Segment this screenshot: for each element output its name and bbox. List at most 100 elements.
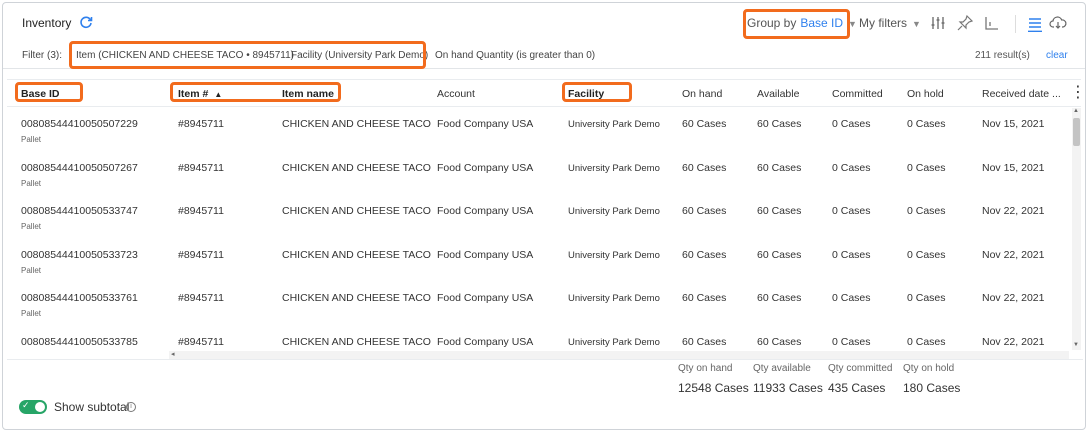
table-body: 00808544410050507229 Pallet #8945711 CHI…: [7, 108, 1069, 352]
cell-base-id: 00808544410050507229: [21, 118, 138, 130]
vertical-scrollbar[interactable]: ▲ ▼: [1072, 108, 1081, 350]
scroll-left-icon[interactable]: ◂: [171, 350, 175, 358]
clear-filters-link[interactable]: clear: [1046, 50, 1068, 61]
cell-facility: University Park Demo: [568, 119, 660, 130]
info-icon[interactable]: i: [126, 402, 136, 412]
cell-on-hold: 0 Cases: [907, 205, 946, 217]
cell-base-id: 00808544410050533723: [21, 249, 138, 261]
table-row[interactable]: 00808544410050533723 Pallet #8945711 CHI…: [7, 239, 1069, 283]
cell-base-id: 00808544410050533761: [21, 292, 138, 304]
table-row[interactable]: 00808544410050533761 Pallet #8945711 CHI…: [7, 282, 1069, 326]
cell-received-date: Nov 22, 2021: [982, 336, 1045, 348]
cell-available: 60 Cases: [757, 162, 802, 174]
cell-item-name: CHICKEN AND CHEESE TACO: [282, 162, 431, 174]
inventory-table: Base ID Item # ▲ Item name Account Facili…: [7, 79, 1085, 359]
cell-base-id: 00808544410050507267: [21, 162, 138, 174]
cell-item-no: #8945711: [178, 249, 224, 261]
cell-type: Pallet: [21, 222, 42, 231]
qty-on-hold-value: 180 Cases: [903, 381, 961, 395]
list-view-icon[interactable]: [1026, 14, 1044, 33]
col-base-id[interactable]: Base ID: [21, 88, 60, 100]
cell-facility: University Park Demo: [568, 250, 660, 261]
table-row[interactable]: 00808544410050507229 Pallet #8945711 CHI…: [7, 108, 1069, 152]
cell-available: 60 Cases: [757, 205, 802, 217]
my-filters-label: My filters: [859, 16, 907, 30]
filter-chip-facility[interactable]: Facility (University Park Demo): [291, 50, 428, 61]
show-subtotal-toggle[interactable]: ✓: [19, 400, 47, 414]
col-facility[interactable]: Facility: [568, 88, 604, 100]
qty-committed-value: 435 Cases: [828, 381, 886, 395]
horizontal-scrollbar[interactable]: ◂: [169, 351, 1069, 359]
cell-available: 60 Cases: [757, 118, 802, 130]
refresh-icon[interactable]: [79, 15, 93, 29]
qty-available-value: 11933 Cases: [753, 381, 823, 395]
filter-chip-item[interactable]: Item (CHICKEN AND CHEESE TACO • 8945711): [76, 50, 294, 61]
cell-available: 60 Cases: [757, 336, 802, 348]
pin-icon[interactable]: [956, 14, 974, 32]
column-settings-icon[interactable]: [929, 14, 947, 32]
cell-received-date: Nov 22, 2021: [982, 249, 1045, 261]
chevron-down-icon: ▼: [912, 19, 921, 29]
cell-on-hold: 0 Cases: [907, 336, 946, 348]
cell-item-no: #8945711: [178, 162, 224, 174]
cell-account: Food Company USA: [437, 118, 534, 130]
cell-type: Pallet: [21, 266, 42, 275]
cell-item-name: CHICKEN AND CHEESE TACO: [282, 249, 431, 261]
cell-item-name: CHICKEN AND CHEESE TACO: [282, 118, 431, 130]
cell-facility: University Park Demo: [568, 337, 660, 348]
col-received-date[interactable]: Received date ...: [982, 88, 1061, 100]
inventory-panel: Inventory Group by Base ID ▼ My filters ▼ F…: [2, 2, 1086, 430]
filter-count-label: Filter (3):: [22, 50, 62, 61]
my-filters-dropdown[interactable]: My filters ▼: [859, 16, 921, 30]
toolbar: Inventory Group by Base ID ▼ My filters ▼: [3, 3, 1085, 43]
check-icon: ✓: [22, 400, 30, 410]
cell-account: Food Company USA: [437, 205, 534, 217]
scroll-up-icon[interactable]: ▲: [1073, 108, 1079, 114]
cell-item-name: CHICKEN AND CHEESE TACO: [282, 336, 431, 348]
group-by-dropdown[interactable]: Group by Base ID ▼: [747, 16, 857, 30]
table-row[interactable]: 00808544410050533747 Pallet #8945711 CHI…: [7, 195, 1069, 239]
cell-item-no: #8945711: [178, 205, 224, 217]
col-item-no-label: Item #: [178, 88, 209, 100]
cell-received-date: Nov 15, 2021: [982, 162, 1045, 174]
qty-on-hand-value: 12548 Cases: [678, 381, 749, 395]
cell-committed: 0 Cases: [832, 118, 871, 130]
cell-on-hand: 60 Cases: [682, 336, 727, 348]
cell-type: Pallet: [21, 179, 42, 188]
cell-received-date: Nov 22, 2021: [982, 205, 1045, 217]
cell-on-hand: 60 Cases: [682, 118, 727, 130]
table-row[interactable]: 00808544410050533785 #8945711 CHICKEN AN…: [7, 326, 1069, 352]
cell-base-id: 00808544410050533747: [21, 205, 138, 217]
col-available[interactable]: Available: [757, 88, 799, 100]
cell-committed: 0 Cases: [832, 205, 871, 217]
cell-received-date: Nov 22, 2021: [982, 292, 1045, 304]
cell-item-no: #8945711: [178, 118, 224, 130]
cell-account: Food Company USA: [437, 292, 534, 304]
chart-icon[interactable]: [983, 14, 1001, 32]
col-item-name[interactable]: Item name: [282, 88, 334, 100]
cell-on-hold: 0 Cases: [907, 162, 946, 174]
cell-on-hand: 60 Cases: [682, 292, 727, 304]
cell-on-hand: 60 Cases: [682, 205, 727, 217]
cloud-download-icon[interactable]: [1049, 14, 1067, 32]
cell-received-date: Nov 15, 2021: [982, 118, 1045, 130]
col-on-hold[interactable]: On hold: [907, 88, 944, 100]
kebab-menu-icon[interactable]: ⋮: [1070, 85, 1085, 101]
col-item-no[interactable]: Item # ▲: [178, 88, 222, 100]
scroll-down-icon[interactable]: ▼: [1073, 342, 1079, 348]
cell-type: Pallet: [21, 135, 42, 144]
cell-committed: 0 Cases: [832, 292, 871, 304]
cell-committed: 0 Cases: [832, 162, 871, 174]
cell-base-id: 00808544410050533785: [21, 336, 138, 348]
filter-chip-onhand[interactable]: On hand Quantity (is greater than 0): [435, 50, 595, 61]
cell-committed: 0 Cases: [832, 336, 871, 348]
group-by-label: Group by: [747, 16, 797, 30]
group-by-value: Base ID: [800, 16, 844, 30]
col-account[interactable]: Account: [437, 88, 475, 100]
qty-committed-label: Qty committed: [828, 363, 893, 374]
table-row[interactable]: 00808544410050507267 Pallet #8945711 CHI…: [7, 152, 1069, 196]
col-on-hand[interactable]: On hand: [682, 88, 722, 100]
scrollbar-thumb[interactable]: [1073, 118, 1080, 146]
col-committed[interactable]: Committed: [832, 88, 883, 100]
qty-available-label: Qty available: [753, 363, 811, 374]
